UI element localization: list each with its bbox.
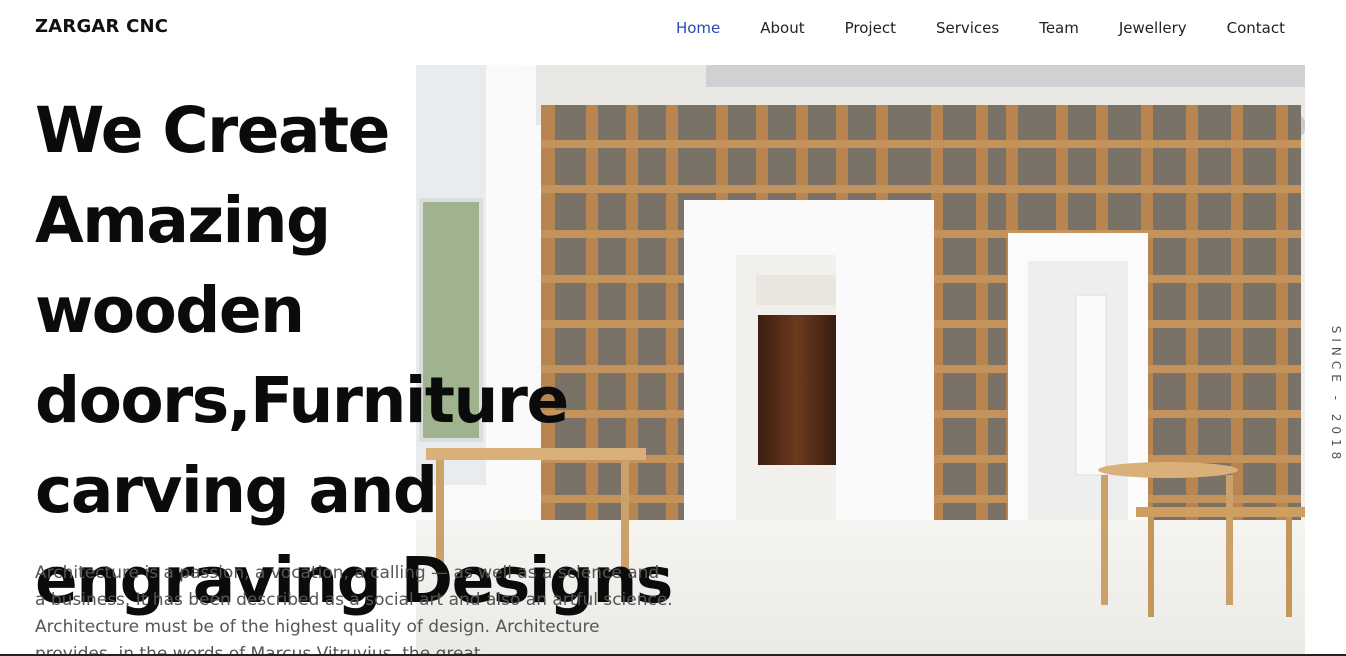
brand-logo[interactable]: ZARGAR CNC [35,16,168,37]
hero-headline: We Create Amazing wooden doors,Furniture… [35,86,695,626]
headline-line-2: wooden [35,274,305,347]
nav-services-link[interactable]: Services [936,17,999,39]
nav-project-link[interactable]: Project [845,17,896,39]
headline-line-4: carving and [35,454,438,527]
nav-about-link[interactable]: About [760,17,804,39]
headline-line-1: We Create Amazing [35,94,390,257]
nav-contact-link[interactable]: Contact [1227,17,1285,39]
nav-home-link[interactable]: Home [676,17,720,39]
hero-description: Architecture is a passion, a vocation, a… [35,563,673,656]
nav-team-link[interactable]: Team [1039,17,1079,39]
headline-line-3: doors,Furniture [35,364,569,437]
nav-jewellery-link[interactable]: Jewellery [1119,17,1187,39]
page: ZARGAR CNC Home About Project Services T… [0,0,1346,656]
main-nav: Home About Project Services Team Jewelle… [636,17,1285,39]
since-vertical-label: SINCE - 2018 [1329,325,1343,465]
